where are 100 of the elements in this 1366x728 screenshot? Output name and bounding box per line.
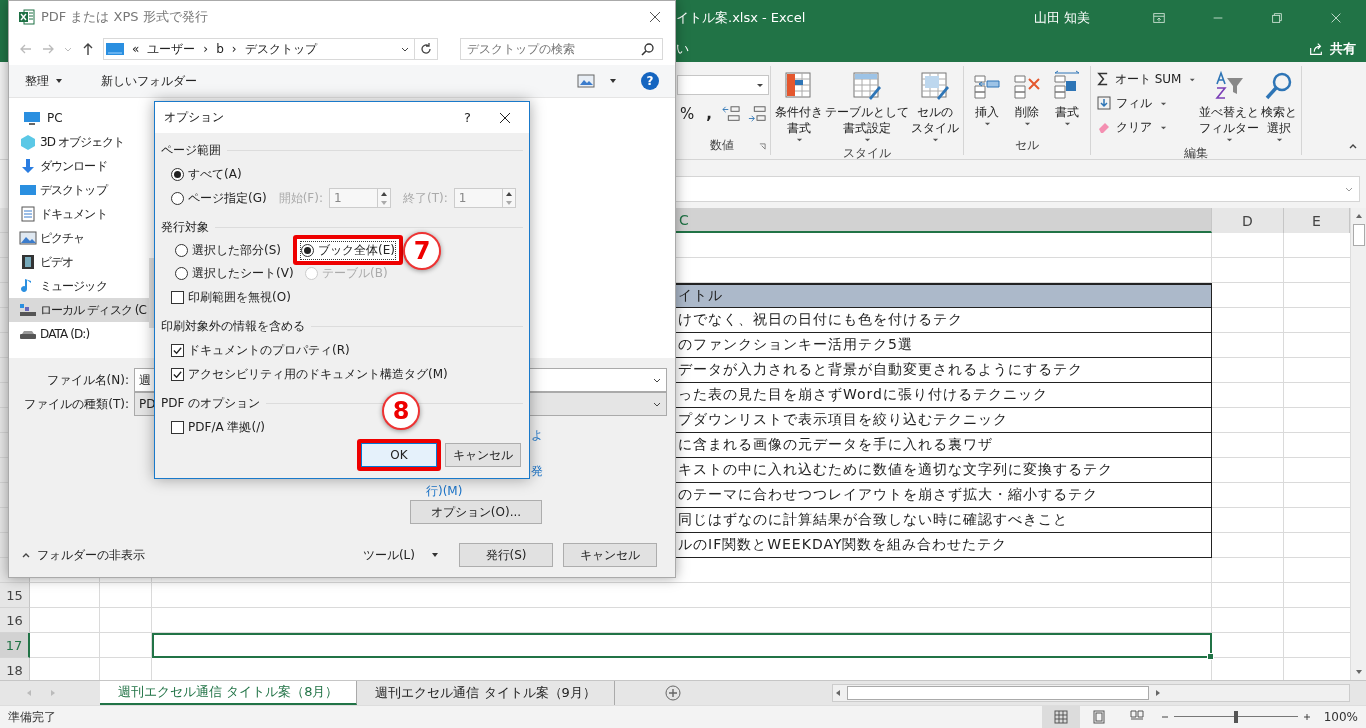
tree-item[interactable]: ビデオ — [9, 250, 149, 274]
ribbon-button[interactable]: 書式 — [1047, 68, 1087, 129]
tools-button[interactable]: ツール(L) — [362, 546, 415, 564]
close-icon[interactable] — [499, 111, 511, 124]
section-heading: 発行対象 — [161, 218, 209, 236]
help-button[interactable]: ? — [464, 110, 471, 125]
scroll-thumb[interactable] — [1352, 224, 1365, 246]
ribbon-button[interactable]: フィル — [1094, 92, 1198, 114]
slider-thumb[interactable] — [1233, 711, 1238, 723]
increase-decimal-icon[interactable] — [720, 105, 741, 123]
normal-view-icon[interactable] — [1041, 706, 1080, 728]
search-field[interactable]: デスクトップの検索 — [460, 38, 663, 60]
caret-icon[interactable] — [609, 77, 617, 85]
ribbon-button[interactable]: 削除 — [1007, 68, 1047, 129]
percent-button[interactable]: % — [677, 105, 698, 123]
row-header[interactable]: 18 — [0, 658, 30, 680]
column-header[interactable]: C — [676, 208, 1212, 233]
radio-button[interactable]: 選択した部分(S) — [175, 242, 281, 259]
ribbon-tab[interactable]: い — [676, 39, 689, 58]
up-icon[interactable] — [81, 42, 95, 56]
option-text[interactable]: 行)(M) — [426, 483, 463, 500]
tree-item[interactable]: ミュージック — [9, 274, 149, 298]
row-header[interactable]: 15 — [0, 583, 30, 608]
hide-folders-button[interactable]: フォルダーの非表示 — [37, 546, 145, 564]
search-icon[interactable] — [641, 42, 655, 56]
fill-down-icon — [1096, 95, 1112, 111]
caret-icon — [1275, 136, 1283, 143]
table-cell: のファンクションキー活用テク5選 — [676, 333, 1212, 358]
radio-indicator[interactable] — [175, 244, 188, 257]
table-cell: プダウンリストで表示項目を絞り込むテクニック — [676, 408, 1212, 433]
close-icon[interactable] — [649, 11, 661, 23]
options-button[interactable]: オプション(O)... — [410, 500, 542, 524]
radio-button[interactable]: すべて(A) — [171, 165, 242, 183]
radio-indicator[interactable] — [175, 267, 188, 280]
table-cell: った表の見た目を崩さずWordに張り付けるテクニック — [676, 383, 1212, 408]
tree-item[interactable]: ローカル ディスク (C — [9, 298, 149, 322]
horizontal-scrollbar[interactable] — [832, 684, 1350, 702]
table-cell: 同じはずなのに計算結果が合致しない時に確認すべきこと — [676, 508, 1212, 533]
radio-button[interactable]: ページ指定(G) — [171, 189, 267, 207]
ribbon-button[interactable]: テーブルとして 書式設定 — [824, 68, 910, 145]
view-icon[interactable] — [577, 74, 595, 88]
address-bar[interactable]: « ユーザー › b › デスクトップ — [103, 38, 415, 60]
share-button[interactable]: 共有 — [1330, 39, 1356, 58]
publish-button[interactable]: 発行(S) — [459, 543, 553, 567]
row-header[interactable]: 17 — [0, 633, 30, 658]
tree-item[interactable]: ドキュメント — [9, 202, 149, 226]
cancel-button[interactable]: キャンセル — [445, 443, 521, 467]
share-icon[interactable] — [1308, 40, 1324, 57]
tree-item[interactable]: デスクトップ — [9, 178, 149, 202]
ribbon-display-icon[interactable] — [1152, 10, 1166, 25]
tree-item[interactable]: ダウンロード — [9, 154, 149, 178]
decrease-decimal-icon[interactable] — [746, 105, 767, 123]
caret-icon[interactable] — [431, 551, 439, 559]
row-header[interactable]: 16 — [0, 608, 30, 633]
ribbon-button[interactable]: 条件付き 書式 — [774, 68, 824, 145]
radio-indicator[interactable] — [171, 191, 184, 205]
radio-button[interactable]: ブック全体(E) — [301, 241, 395, 259]
vertical-scrollbar[interactable] — [1350, 208, 1366, 680]
tree-item[interactable]: 3D オブジェクト — [9, 130, 149, 154]
refresh-button[interactable] — [414, 38, 438, 60]
section-heading: 印刷対象外の情報を含める — [161, 317, 305, 335]
zoom-level[interactable]: 100% — [1323, 710, 1358, 724]
new-folder-button[interactable]: 新しいフォルダー — [97, 70, 201, 92]
selected-cell[interactable] — [152, 633, 1212, 658]
help-button[interactable]: ? — [641, 72, 659, 90]
ribbon-button[interactable]: クリア — [1094, 116, 1198, 138]
ribbon-button[interactable]: 並べ替えと フィルター — [1198, 68, 1260, 145]
radio-indicator[interactable] — [171, 167, 184, 181]
zoom-slider[interactable] — [1173, 710, 1298, 724]
caret-icon — [55, 77, 63, 85]
ribbon-button[interactable]: 検索と 選択 — [1260, 68, 1298, 145]
expand-icon[interactable] — [1345, 185, 1353, 193]
ribbon-button[interactable]: 挿入 — [967, 68, 1007, 129]
add-sheet-icon[interactable] — [664, 685, 681, 701]
ribbon-button[interactable]: オート SUM — [1094, 68, 1198, 90]
zoom-in-icon[interactable] — [1301, 712, 1312, 722]
scroll-thumb[interactable] — [847, 686, 1149, 700]
checkbox[interactable]: PDF/A 準拠(/) — [171, 418, 265, 436]
option-text[interactable]: 発 — [531, 463, 543, 480]
ribbon-button[interactable]: セルの スタイル — [910, 68, 960, 145]
comma-button[interactable]: , — [703, 105, 715, 123]
tree-item[interactable]: DATA (D:) — [9, 322, 149, 346]
radio-button[interactable]: 選択したシート(V) — [175, 265, 294, 282]
cancel-button[interactable]: キャンセル — [563, 543, 657, 567]
sort-filter-icon — [1213, 70, 1245, 102]
organize-button[interactable]: 整理 — [21, 70, 67, 92]
tree-item[interactable]: ピクチャ — [9, 226, 149, 250]
tree-item[interactable]: PC — [9, 106, 149, 130]
checkbox[interactable]: ドキュメントのプロパティ(R) — [171, 341, 350, 359]
restore-icon[interactable] — [1270, 10, 1284, 25]
drive-icon — [19, 302, 37, 318]
ok-button[interactable]: OK — [361, 443, 437, 467]
dialog-launcher-icon[interactable] — [759, 143, 766, 150]
table-cell: けでなく、祝日の日付にも色を付けるテク — [676, 308, 1212, 333]
radio-indicator[interactable] — [301, 243, 314, 257]
checkbox[interactable]: 印刷範囲を無視(O) — [171, 288, 291, 306]
option-text[interactable]: よ — [531, 427, 543, 444]
desktop-icon — [106, 42, 124, 56]
checkbox[interactable]: アクセシビリティ用のドキュメント構造タグ(M) — [171, 365, 448, 383]
sheet-tab[interactable]: 週刊エクセル通信 タイトル案（8月） — [100, 681, 358, 705]
